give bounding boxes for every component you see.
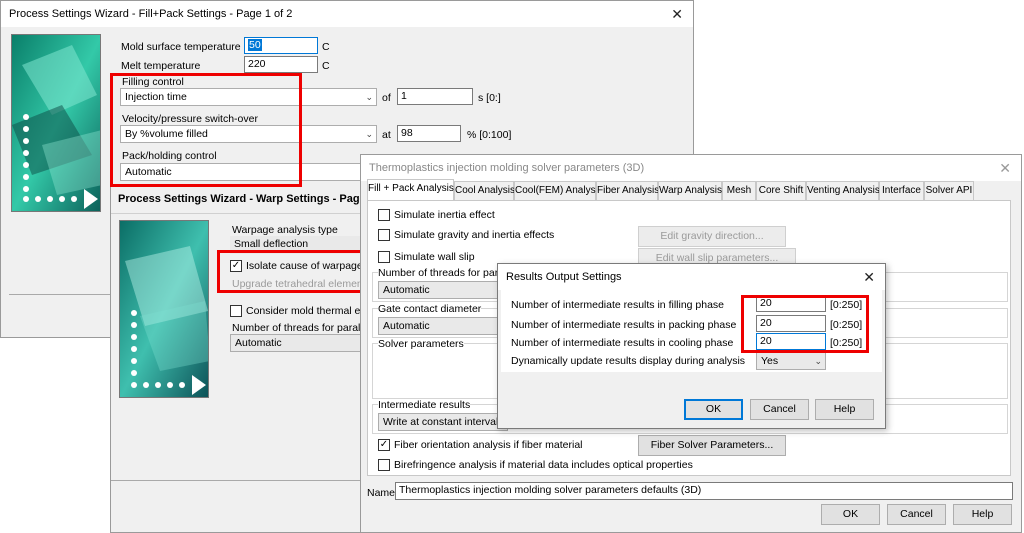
tab-warp[interactable]: Warp Analysis: [658, 181, 722, 200]
sim-wall-slip-checkbox[interactable]: [378, 251, 390, 263]
mold-thermal-label: Consider mold thermal expansi: [246, 305, 369, 317]
warp-type-value: Small deflection: [234, 238, 309, 250]
wizard1-title-bar[interactable]: Process Settings Wizard - Fill+Pack Sett…: [1, 1, 693, 27]
close-icon[interactable]: ✕: [999, 155, 1011, 181]
results-cancel-button[interactable]: Cancel: [750, 399, 809, 420]
filling-time-unit: s [0:]: [478, 92, 501, 104]
results-title: Results Output Settings: [506, 271, 622, 283]
art-graphic: [120, 221, 208, 397]
wizard1-title: Process Settings Wizard - Fill+Pack Sett…: [9, 8, 293, 20]
wizard2-title: Process Settings Wizard - Warp Settings …: [118, 193, 370, 205]
vp-percent-input[interactable]: 98: [397, 125, 461, 142]
solver-title: Thermoplastics injection molding solver …: [369, 162, 645, 174]
tab-fill-pack[interactable]: Fill + Pack Analysis: [367, 179, 454, 201]
close-icon[interactable]: ✕: [671, 1, 683, 27]
intermediate-results-select[interactable]: Write at constant intervals: [378, 413, 508, 431]
art-graphic: [12, 35, 100, 211]
solver-help-button[interactable]: Help: [953, 504, 1012, 525]
filling-time-input[interactable]: 1: [397, 88, 473, 105]
wizard2-title-separator: [111, 213, 369, 214]
melt-temp-input[interactable]: 220: [244, 56, 318, 73]
chevron-down-icon: ⌄: [814, 356, 822, 366]
dynamic-update-label: Dynamically update results display durin…: [511, 355, 746, 367]
solver-threads-select[interactable]: Automatic: [378, 281, 508, 299]
highlight-box-isolate: [217, 250, 369, 293]
name-input[interactable]: Thermoplastics injection molding solver …: [395, 482, 1013, 500]
solver-ok-button[interactable]: OK: [821, 504, 880, 525]
wizard2-title-bar[interactable]: Process Settings Wizard - Warp Settings …: [111, 187, 370, 213]
warp-type-label: Warpage analysis type: [232, 224, 338, 236]
intermediate-results-value: Write at constant intervals: [383, 416, 504, 428]
birefringence-label: Birefringence analysis if material data …: [394, 459, 693, 471]
results-ok-button[interactable]: OK: [684, 399, 743, 420]
tab-fiber[interactable]: Fiber Analysis: [596, 181, 659, 200]
tab-solver-api[interactable]: Solver API: [924, 181, 974, 200]
sim-wall-slip-label: Simulate wall slip: [394, 251, 475, 263]
gate-diameter-label: Gate contact diameter: [378, 303, 482, 315]
chevron-down-icon: ⌄: [365, 92, 373, 102]
fiber-orientation-checkbox[interactable]: ✓: [378, 439, 390, 451]
wizard2-bottom-separator: [111, 480, 369, 481]
gate-diameter-value: Automatic: [383, 320, 430, 332]
solver-threads-value: Automatic: [383, 284, 430, 296]
tab-core-shift[interactable]: Core Shift: [756, 181, 806, 200]
mold-surface-temp-label: Mold surface temperature: [121, 41, 241, 53]
results-title-bar[interactable]: Results Output Settings ✕: [498, 264, 885, 290]
results-help-button[interactable]: Help: [815, 399, 874, 420]
name-label: Name: [367, 487, 396, 499]
edit-gravity-button[interactable]: Edit gravity direction...: [638, 226, 786, 247]
solver-title-bar[interactable]: Thermoplastics injection molding solver …: [361, 155, 1021, 181]
tab-interface[interactable]: Interface: [879, 181, 924, 200]
intermediate-results-label: Intermediate results: [378, 399, 471, 411]
mold-surface-temp-unit: C: [322, 41, 330, 53]
packing-results-label: Number of intermediate results in packin…: [511, 319, 737, 331]
wiz2-threads-label: Number of threads for parallelizatio: [232, 322, 369, 334]
filling-results-label: Number of intermediate results in fillin…: [511, 299, 725, 311]
melt-temp-unit: C: [322, 60, 330, 72]
melt-temp-label: Melt temperature: [121, 60, 201, 72]
sim-gravity-checkbox[interactable]: [378, 229, 390, 241]
highlight-box-filling: [110, 73, 302, 187]
tab-mesh[interactable]: Mesh: [722, 181, 756, 200]
cooling-results-label: Number of intermediate results in coolin…: [511, 337, 734, 349]
wiz2-threads-value: Automatic: [235, 337, 282, 349]
highlight-box-results: [741, 295, 869, 353]
dynamic-update-value: Yes: [761, 355, 779, 367]
dynamic-update-select[interactable]: Yes ⌄: [756, 352, 826, 370]
tab-cool[interactable]: Cool Analysis: [454, 181, 515, 200]
close-icon[interactable]: ✕: [863, 264, 875, 290]
sim-inertia-checkbox[interactable]: [378, 209, 390, 221]
mold-surface-temp-input[interactable]: 50: [244, 37, 318, 54]
fiber-solver-params-button[interactable]: Fiber Solver Parameters...: [638, 435, 786, 456]
vp-percent-unit: % [0:100]: [467, 129, 512, 141]
wiz2-threads-select[interactable]: Automatic: [230, 334, 369, 352]
solver-cancel-button[interactable]: Cancel: [887, 504, 946, 525]
gate-diameter-select[interactable]: Automatic: [378, 317, 508, 335]
birefringence-checkbox[interactable]: [378, 459, 390, 471]
tab-cool-fem[interactable]: Cool(FEM) Analysis: [514, 181, 603, 200]
fiber-orientation-label: Fiber orientation analysis if fiber mate…: [394, 439, 583, 451]
results-output-window: Results Output Settings ✕ Number of inte…: [497, 263, 886, 429]
mold-thermal-checkbox[interactable]: [230, 305, 242, 317]
solver-params-label: Solver parameters: [378, 338, 464, 350]
tab-venting[interactable]: Venting Analysis: [806, 181, 880, 200]
warp-wizard-window: Process Settings Wizard - Warp Settings …: [110, 187, 370, 533]
wizard2-art-image: [119, 220, 209, 398]
filling-of-label: of: [382, 92, 391, 104]
vp-at-label: at: [382, 129, 391, 141]
sim-gravity-label: Simulate gravity and inertia effects: [394, 229, 555, 241]
chevron-down-icon: ⌄: [365, 129, 373, 139]
mold-surface-temp-value: 50: [248, 39, 262, 51]
wizard-art-image: [11, 34, 101, 212]
sim-inertia-label: Simulate inertia effect: [394, 209, 495, 221]
